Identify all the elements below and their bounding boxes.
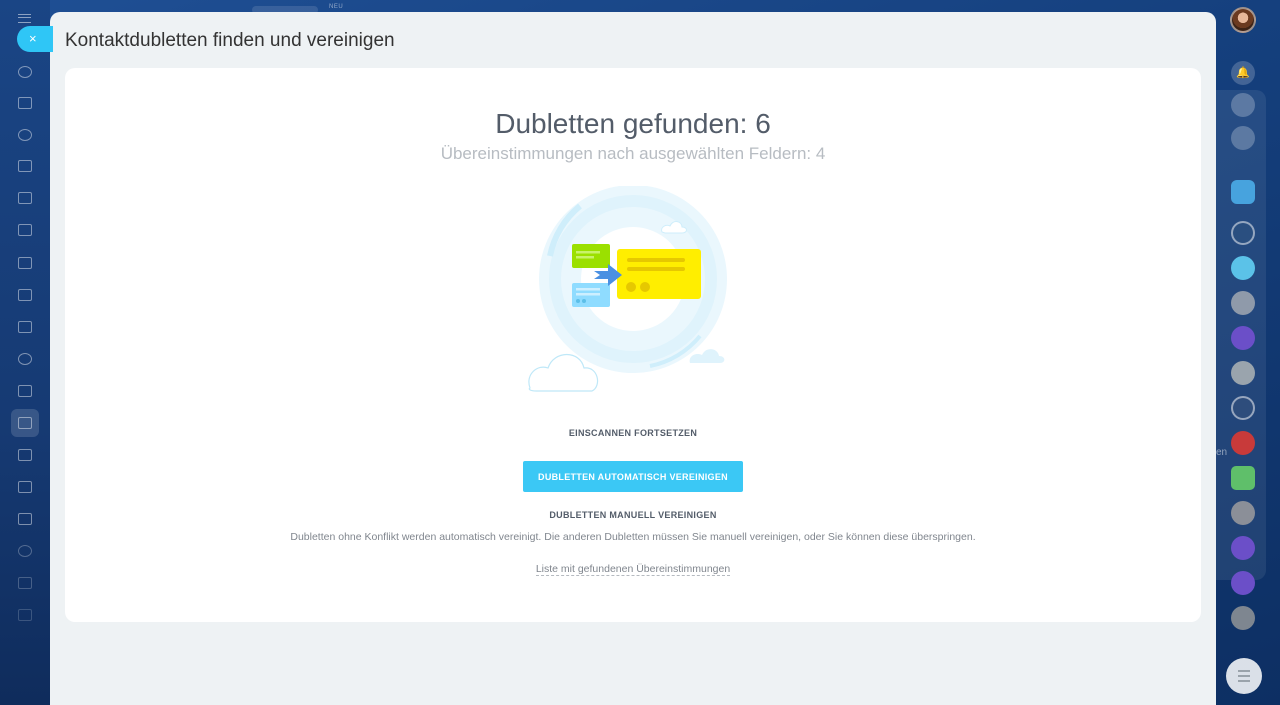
- avatar[interactable]: [1231, 536, 1255, 560]
- merge-description: Dubletten ohne Konflikt werden automatis…: [290, 531, 976, 543]
- sidebar-item-groups[interactable]: [18, 321, 32, 333]
- sidebar-item-reports[interactable]: [18, 609, 32, 621]
- close-icon[interactable]: ×: [17, 26, 53, 52]
- match-list-link[interactable]: Liste mit gefundenen Übereinstimmungen: [65, 563, 1201, 576]
- sidebar-item-chat[interactable]: [18, 129, 32, 141]
- menu-icon[interactable]: [1226, 658, 1262, 694]
- result-card: Dubletten gefunden: 6 Übereinstimmungen …: [65, 68, 1201, 622]
- clipped-label: en: [1216, 447, 1228, 458]
- sidebar-item-inbox[interactable]: [18, 513, 32, 525]
- left-sidebar: [0, 0, 50, 705]
- auto-merge-button[interactable]: DUBLETTEN AUTOMATISCH VEREINIGEN: [523, 461, 743, 492]
- hamburger-icon[interactable]: [18, 14, 31, 23]
- user-avatar[interactable]: [1230, 7, 1256, 33]
- avatar[interactable]: [1231, 466, 1255, 490]
- match-list-link-label[interactable]: Liste mit gefundenen Übereinstimmungen: [535, 563, 731, 576]
- page-title: Kontaktdubletten finden und vereinigen: [65, 30, 395, 51]
- right-rail-search-icon[interactable]: [1231, 126, 1255, 150]
- right-rail-copilot-icon[interactable]: [1231, 93, 1255, 117]
- duplicates-found-headline: Dubletten gefunden: 6: [495, 108, 771, 139]
- cloud-icon: [689, 349, 725, 363]
- sidebar-item-news[interactable]: [18, 97, 32, 109]
- new-badge: NEU: [329, 4, 344, 10]
- avatar[interactable]: [1231, 361, 1255, 385]
- sidebar-item-feed[interactable]: [18, 66, 32, 78]
- sidebar-item-calendar[interactable]: [18, 160, 32, 172]
- sidebar-item-target[interactable]: [18, 353, 32, 365]
- sidebar-item-storage[interactable]: [18, 449, 32, 461]
- sidebar-item-cards[interactable]: [18, 257, 32, 269]
- sidebar-item-timer[interactable]: [18, 545, 32, 557]
- sidebar-item-mail[interactable]: [18, 289, 32, 301]
- slider-panel: Kontaktdubletten finden und vereinigen D…: [50, 12, 1216, 705]
- duplicates-illustration: [528, 186, 727, 392]
- avatar[interactable]: [1231, 606, 1255, 630]
- avatar[interactable]: [1231, 221, 1255, 245]
- matches-subline: Übereinstimmungen nach ausgewählten Feld…: [440, 144, 826, 163]
- avatar[interactable]: [1231, 256, 1255, 280]
- sidebar-item-shop[interactable]: [18, 577, 32, 589]
- sidebar-item-filter-icon: [18, 417, 32, 429]
- continue-scan-link[interactable]: EINSCANNEN FORTSETZEN: [65, 428, 1201, 438]
- sidebar-item-sign[interactable]: [18, 481, 32, 493]
- sidebar-item-documents[interactable]: [18, 192, 32, 204]
- avatar[interactable]: [1231, 501, 1255, 525]
- avatar[interactable]: [1231, 396, 1255, 420]
- avatar[interactable]: [1231, 431, 1255, 455]
- right-rail-bookmark-icon[interactable]: [1231, 180, 1255, 204]
- bell-icon[interactable]: 🔔: [1231, 61, 1255, 85]
- manual-merge-link[interactable]: DUBLETTEN MANUELL VEREINIGEN: [65, 510, 1201, 520]
- avatar[interactable]: [1231, 326, 1255, 350]
- avatar[interactable]: [1231, 291, 1255, 315]
- sidebar-item-tasks[interactable]: [18, 224, 32, 236]
- avatar[interactable]: [1231, 571, 1255, 595]
- sidebar-item-chat-bubble[interactable]: [18, 385, 32, 397]
